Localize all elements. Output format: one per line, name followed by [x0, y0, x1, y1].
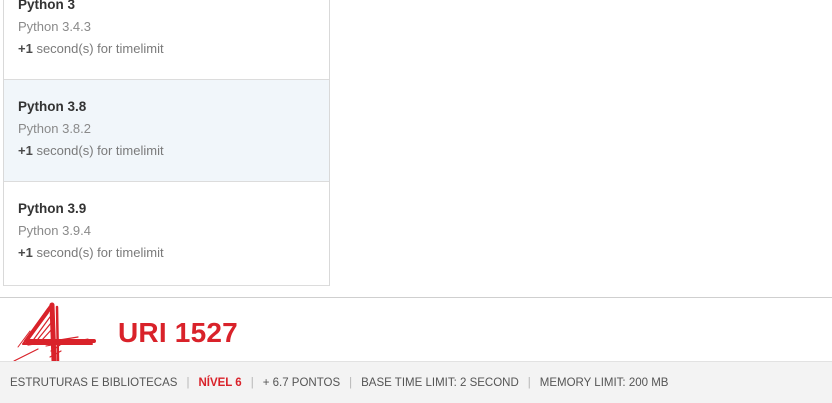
language-option-version: Python 3.9.4 [18, 223, 91, 238]
language-option-version: Python 3.8.2 [18, 121, 91, 136]
section-divider [0, 297, 832, 298]
problem-points: + 6.7 PONTOS [262, 376, 341, 389]
language-option-timelimit: +1 second(s) for timelimit [18, 40, 329, 57]
problem-time-limit: BASE TIME LIMIT: 2 SECOND [361, 376, 519, 389]
problem-info-bar: ESTRUTURAS E BIBLIOTECAS | NÍVEL 6 | + 6… [0, 361, 832, 403]
info-separator: | [527, 376, 531, 389]
timelimit-text: second(s) for timelimit [32, 245, 164, 260]
timelimit-text: second(s) for timelimit [32, 143, 164, 158]
language-option-timelimit: +1 second(s) for timelimit [18, 142, 329, 159]
language-dropdown-list: Python 3 Python 3.4.3 +1 second(s) for t… [3, 0, 330, 286]
timelimit-bonus: +1 [18, 143, 33, 158]
problem-title: URI 1527 [118, 317, 238, 348]
page: Python 3 Python 3.4.3 +1 second(s) for t… [0, 0, 832, 403]
language-option-name: Python 3.9 [18, 201, 87, 216]
timelimit-bonus: +1 [18, 245, 33, 260]
info-separator: | [349, 376, 353, 389]
language-option-name: Python 3 [18, 0, 76, 12]
info-separator: | [186, 376, 190, 389]
timelimit-bonus: +1 [18, 41, 33, 56]
info-separator: | [250, 376, 254, 389]
language-option-python-3-8[interactable]: Python 3.8 Python 3.8.2 +1 second(s) for… [4, 80, 329, 182]
language-option-python-3[interactable]: Python 3 Python 3.4.3 +1 second(s) for t… [4, 0, 329, 80]
language-option-version: Python 3.4.3 [18, 19, 91, 34]
language-option-name: Python 3.8 [18, 99, 87, 114]
problem-level: NÍVEL 6 [198, 376, 242, 389]
language-option-timelimit: +1 second(s) for timelimit [18, 244, 329, 261]
timelimit-text: second(s) for timelimit [32, 41, 164, 56]
hand-drawn-4-logo-icon [8, 301, 108, 364]
problem-memory-limit: MEMORY LIMIT: 200 MB [539, 376, 669, 389]
problem-category: ESTRUTURAS E BIBLIOTECAS [10, 376, 178, 389]
language-option-python-3-9[interactable]: Python 3.9 Python 3.9.4 +1 second(s) for… [4, 182, 329, 286]
